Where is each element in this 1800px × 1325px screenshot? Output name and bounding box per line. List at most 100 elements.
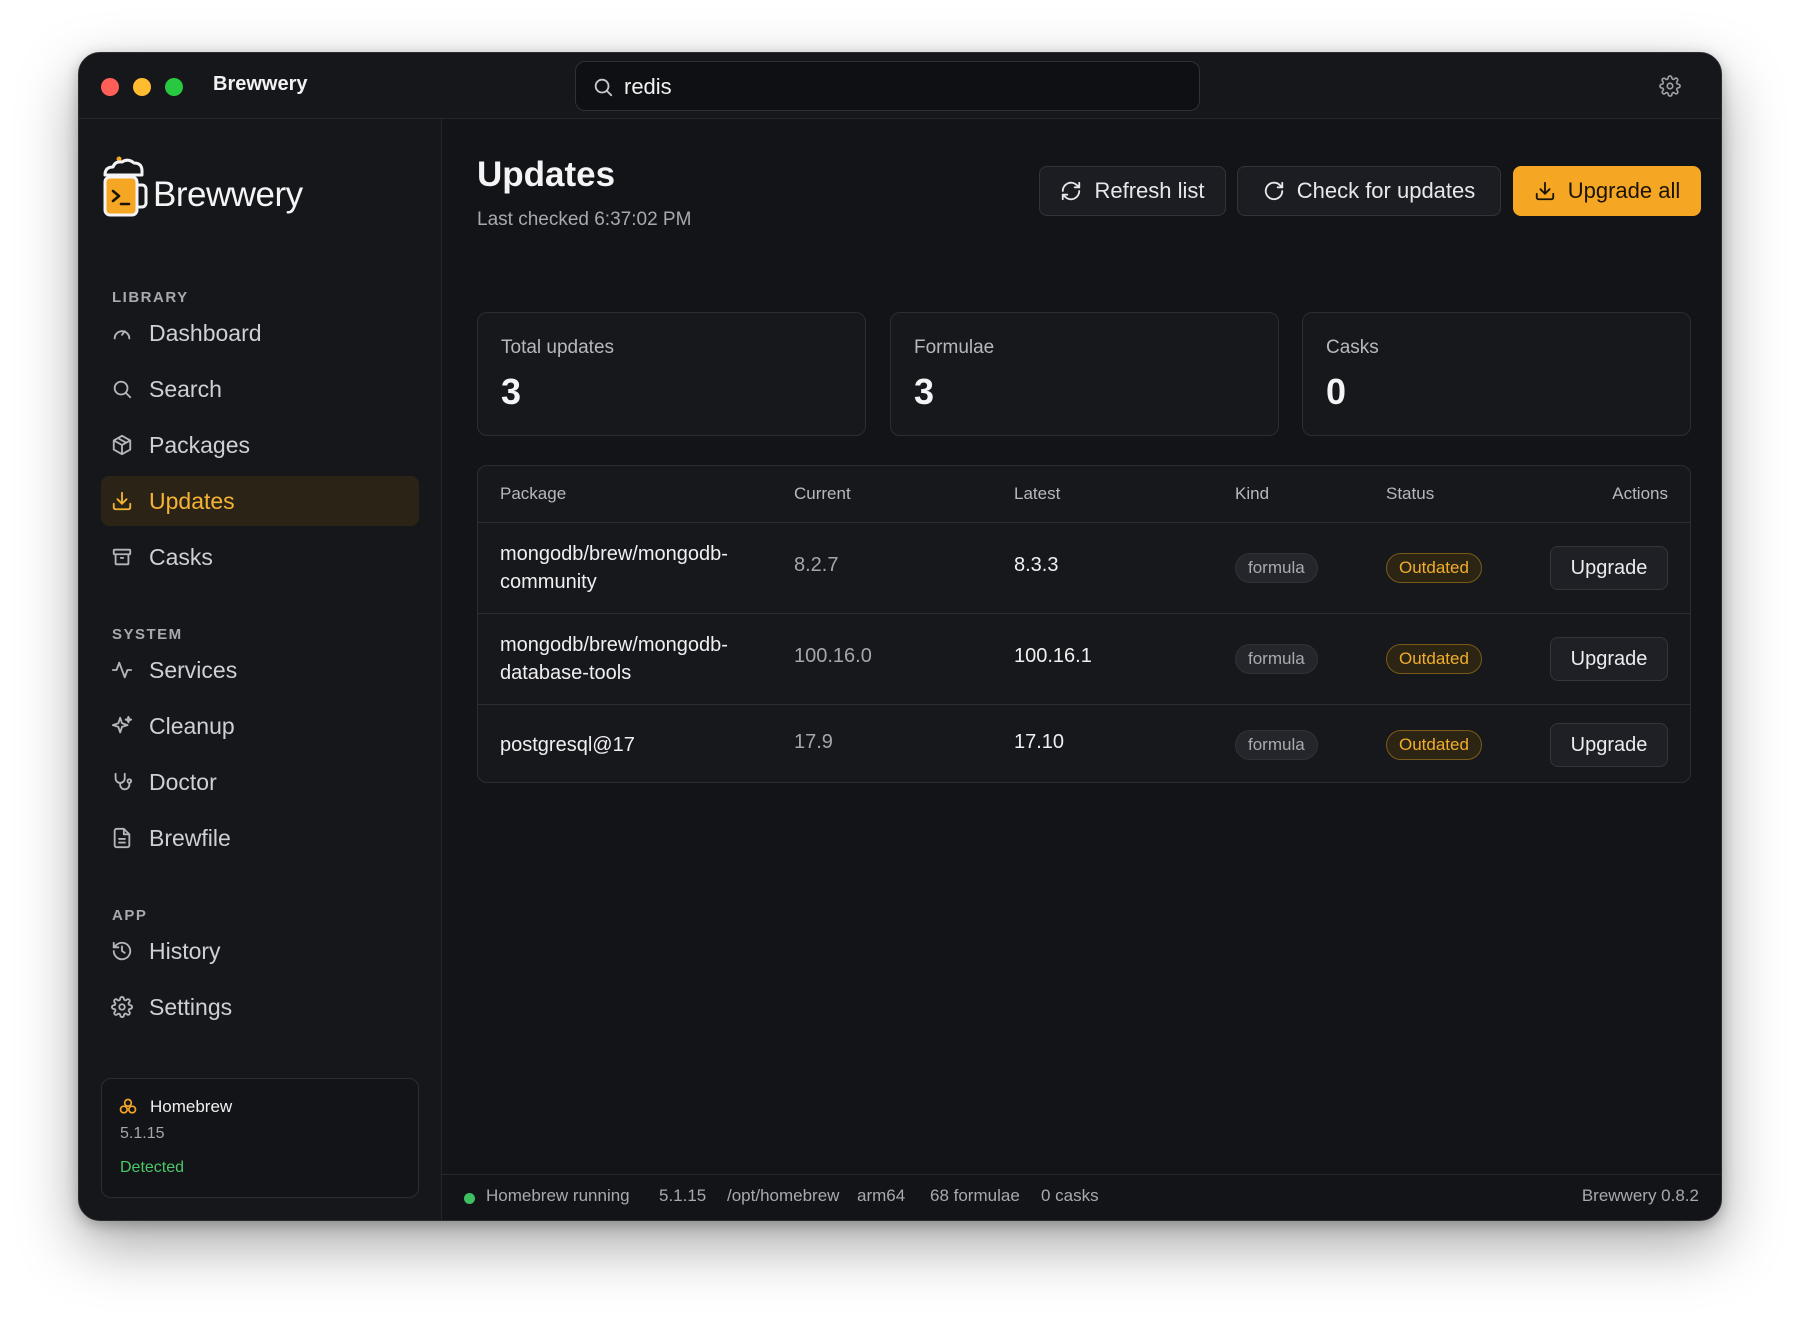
sidebar-item-label: Services: [149, 656, 238, 683]
main-content: Updates Last checked 6:37:02 PM Refresh …: [442, 119, 1721, 1220]
sidebar: Brewwery LIBRARY Dashboard Search Packag…: [79, 119, 442, 1220]
package-name-line: mongodb/brew/mongodb-: [500, 634, 728, 656]
sidebar-item-packages[interactable]: Packages: [101, 420, 419, 470]
beer-mug-logo-icon: [103, 156, 148, 217]
table-row: mongodb/brew/mongodb- database-tools 100…: [478, 614, 1690, 705]
search-icon: [113, 380, 132, 399]
status-badge: Outdated: [1386, 553, 1482, 583]
app-window: Brewwery Brewwery LIBRARY Dashboard: [78, 52, 1722, 1221]
download-icon: [112, 491, 132, 511]
stethoscope-icon: [114, 772, 133, 791]
stat-value: 3: [501, 371, 522, 412]
stat-label: Total updates: [501, 337, 615, 358]
status-path-text: /opt/homebrew: [727, 1186, 840, 1205]
sidebar-item-label: Casks: [149, 543, 213, 570]
column-header-kind: Kind: [1235, 484, 1270, 503]
upgrade-button[interactable]: Upgrade: [1550, 723, 1668, 767]
sidebar-item-label: Doctor: [149, 768, 217, 795]
column-header-latest: Latest: [1014, 484, 1061, 503]
sidebar-item-search[interactable]: Search: [101, 364, 419, 414]
stat-value: 0: [1326, 371, 1347, 412]
file-text-icon: [113, 827, 131, 849]
status-arch-text: arm64: [857, 1186, 906, 1205]
running-indicator-dot: [464, 1193, 475, 1204]
sidebar-item-label: Packages: [149, 431, 251, 458]
kind-badge: formula: [1235, 730, 1318, 760]
table-row: postgresql@17 17.9 17.10 formula Outdate…: [478, 705, 1690, 782]
package-name: mongodb/brew/mongodb- database-tools: [500, 631, 755, 687]
sidebar-item-services[interactable]: Services: [101, 645, 419, 695]
stat-card-casks: Casks 0: [1302, 312, 1691, 436]
sidebar-item-updates[interactable]: Updates: [101, 476, 419, 526]
status-formulae-text: 68 formulae: [930, 1186, 1020, 1205]
column-header-status: Status: [1386, 484, 1435, 503]
gear-icon: [111, 996, 133, 1018]
check-for-updates-label: Check for updates: [1296, 178, 1476, 203]
sidebar-item-label: Cleanup: [149, 712, 235, 739]
updates-table: Package Current Latest Kind Status Actio…: [477, 465, 1691, 783]
beer-icon: [119, 1098, 137, 1114]
sidebar-item-settings[interactable]: Settings: [101, 982, 419, 1032]
homebrew-version: 5.1.15: [120, 1125, 165, 1142]
download-icon: [1535, 181, 1554, 201]
upgrade-all-label: Upgrade all: [1567, 178, 1681, 203]
section-label-app: APP: [112, 907, 148, 924]
upgrade-button[interactable]: Upgrade: [1550, 546, 1668, 590]
current-version: 8.2.7: [794, 554, 839, 576]
status-badge: Outdated: [1386, 730, 1482, 760]
package-name: postgresql@17: [500, 731, 755, 759]
current-version: 100.16.0: [794, 645, 872, 667]
current-version: 17.9: [794, 731, 833, 753]
activity-icon: [111, 661, 133, 679]
stat-value: 3: [914, 371, 935, 412]
upgrade-button[interactable]: Upgrade: [1550, 637, 1668, 681]
package-icon: [112, 434, 132, 456]
status-casks-text: 0 casks: [1041, 1186, 1099, 1205]
sidebar-item-history[interactable]: History: [101, 926, 419, 976]
sparkles-icon: [111, 715, 133, 734]
homebrew-detected-status: Detected: [120, 1159, 185, 1176]
latest-version: 100.16.1: [1014, 645, 1092, 667]
close-window-button[interactable]: [101, 78, 119, 96]
package-name: mongodb/brew/mongodb- community: [500, 540, 755, 596]
latest-version: 17.10: [1014, 731, 1065, 753]
kind-badge: formula: [1235, 644, 1318, 674]
section-label-library: LIBRARY: [112, 289, 189, 306]
sidebar-item-dashboard[interactable]: Dashboard: [101, 308, 419, 358]
latest-version: 8.3.3: [1014, 554, 1059, 576]
window-title: Brewwery: [213, 73, 308, 95]
app-version-text: Brewwery 0.8.2: [1581, 1186, 1699, 1205]
stat-card-total-updates: Total updates 3: [477, 312, 866, 436]
refresh-list-button[interactable]: Refresh list: [1039, 166, 1226, 216]
maximize-window-button[interactable]: [165, 78, 183, 96]
stat-label: Formulae: [914, 337, 995, 358]
refresh-icon: [1062, 181, 1081, 201]
package-name-line: mongodb/brew/mongodb-: [500, 543, 728, 565]
global-search-box[interactable]: [575, 61, 1200, 111]
sidebar-item-brewfile[interactable]: Brewfile: [101, 813, 419, 863]
search-icon: [594, 78, 613, 97]
upgrade-all-button[interactable]: Upgrade all: [1513, 166, 1701, 216]
package-name-line: database-tools: [500, 662, 632, 684]
rotate-cw-icon: [1264, 181, 1283, 201]
status-badge: Outdated: [1386, 644, 1482, 674]
sidebar-item-label: Brewfile: [149, 824, 231, 851]
sidebar-item-cleanup[interactable]: Cleanup: [101, 701, 419, 751]
page-title: Updates: [477, 155, 616, 194]
status-running-text: Homebrew running: [486, 1186, 630, 1205]
check-for-updates-button[interactable]: Check for updates: [1237, 166, 1501, 216]
search-input[interactable]: [624, 70, 1184, 104]
sidebar-item-label: Updates: [149, 487, 235, 514]
sidebar-item-casks[interactable]: Casks: [101, 532, 419, 582]
minimize-window-button[interactable]: [133, 78, 151, 96]
column-header-package: Package: [500, 484, 567, 503]
sidebar-item-doctor[interactable]: Doctor: [101, 757, 419, 807]
sidebar-item-label: History: [149, 937, 221, 964]
column-header-actions: Actions: [1612, 484, 1668, 503]
archive-icon: [112, 548, 132, 566]
stat-label: Casks: [1326, 337, 1379, 358]
gauge-icon: [113, 330, 131, 340]
last-checked-text: Last checked 6:37:02 PM: [477, 209, 692, 230]
gear-icon[interactable]: [1659, 75, 1681, 97]
package-name-line: community: [500, 571, 597, 593]
